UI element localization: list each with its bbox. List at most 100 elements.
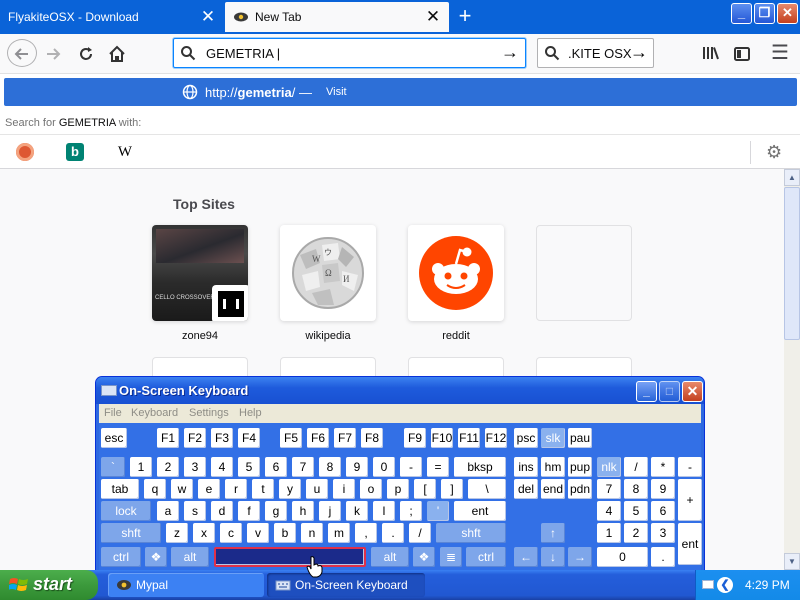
key-pdn[interactable]: pdn [568, 479, 592, 499]
key-F10[interactable]: F10 [431, 428, 453, 448]
key-3[interactable]: 3 [651, 523, 675, 543]
key-esc[interactable]: esc [101, 428, 127, 448]
osk-minimize-button[interactable]: _ [636, 381, 657, 402]
key-a[interactable]: a [157, 501, 179, 521]
key-y[interactable]: y [279, 479, 301, 499]
key-symbol[interactable]: * [651, 457, 675, 477]
key-symbol[interactable]: = [427, 457, 449, 477]
vertical-scrollbar[interactable]: ▲ ▼ [784, 169, 800, 570]
url-input[interactable]: GEMETRIA | [206, 46, 280, 61]
key-bksp[interactable]: bksp [454, 457, 506, 477]
key-f[interactable]: f [238, 501, 260, 521]
key-symbol[interactable]: [ [414, 479, 436, 499]
osk-menu-keyboard[interactable]: Keyboard [131, 407, 178, 419]
hamburger-menu-icon[interactable]: ☰ [766, 39, 794, 67]
key-alt[interactable]: alt [371, 547, 409, 567]
key-F3[interactable]: F3 [211, 428, 233, 448]
key-del[interactable]: del [514, 479, 538, 499]
key-r[interactable]: r [225, 479, 247, 499]
key-symbol[interactable]: ↓ [541, 547, 565, 567]
search-input[interactable]: .KITE OSX [568, 46, 632, 61]
key-o[interactable]: o [360, 479, 382, 499]
top-site-reddit[interactable] [408, 225, 504, 321]
home-button[interactable] [103, 39, 131, 67]
osk-menu-help[interactable]: Help [239, 407, 262, 419]
key-t[interactable]: t [252, 479, 274, 499]
sidebar-button[interactable] [728, 39, 756, 67]
search-go-arrow-icon[interactable]: → [630, 42, 648, 63]
key-4[interactable]: 4 [597, 501, 621, 521]
key-symbol[interactable]: - [678, 457, 702, 477]
key-b[interactable]: b [274, 523, 296, 543]
key-s[interactable]: s [184, 501, 206, 521]
key-symbol[interactable]: / [409, 523, 431, 543]
key-F11[interactable]: F11 [458, 428, 480, 448]
key-5[interactable]: 5 [238, 457, 260, 477]
osk-maximize-button[interactable]: □ [659, 381, 680, 402]
key-symbol[interactable]: ≣ [440, 547, 462, 567]
key-ins[interactable]: ins [514, 457, 538, 477]
key-e[interactable]: e [198, 479, 220, 499]
top-site-wikipedia[interactable]: W Ω И ウ [280, 225, 376, 321]
key-alt[interactable]: alt [171, 547, 209, 567]
key-symbol[interactable]: , [355, 523, 377, 543]
key-z[interactable]: z [166, 523, 188, 543]
key-slk[interactable]: slk [541, 428, 565, 448]
key-2[interactable]: 2 [624, 523, 648, 543]
key-symbol[interactable]: + [678, 479, 702, 521]
key-1[interactable]: 1 [130, 457, 152, 477]
key-q[interactable]: q [144, 479, 166, 499]
url-bar[interactable]: GEMETRIA | → [173, 38, 526, 68]
key-symbol[interactable]: → [568, 547, 592, 567]
key-symbol[interactable]: ↑ [541, 523, 565, 543]
forward-button[interactable] [39, 39, 67, 67]
go-arrow-icon[interactable]: → [501, 42, 519, 63]
key-pup[interactable]: pup [568, 457, 592, 477]
key-l[interactable]: l [373, 501, 395, 521]
key-p[interactable]: p [387, 479, 409, 499]
key-F2[interactable]: F2 [184, 428, 206, 448]
key-psc[interactable]: psc [514, 428, 538, 448]
key-8[interactable]: 8 [624, 479, 648, 499]
key-shft[interactable]: shft [436, 523, 506, 543]
key-F7[interactable]: F7 [334, 428, 356, 448]
key-space[interactable] [214, 547, 366, 567]
key-u[interactable]: u [306, 479, 328, 499]
tray-expand-arrow-icon[interactable]: ❮ [717, 577, 733, 593]
key-F4[interactable]: F4 [238, 428, 260, 448]
tab-flyakiteosx[interactable]: FlyakiteOSX - Download ✕ [0, 2, 224, 32]
reload-button[interactable] [72, 39, 100, 67]
key-0[interactable]: 0 [597, 547, 648, 567]
bing-icon[interactable]: b [66, 143, 84, 161]
key-symbol[interactable]: ❖ [145, 547, 167, 567]
key-tab[interactable]: tab [101, 479, 139, 499]
key-4[interactable]: 4 [211, 457, 233, 477]
key-symbol[interactable]: ' [427, 501, 449, 521]
key-j[interactable]: j [319, 501, 341, 521]
wikipedia-icon[interactable]: W [116, 143, 134, 161]
key-ctrl[interactable]: ctrl [101, 547, 141, 567]
osk-menu-settings[interactable]: Settings [189, 407, 229, 419]
key-symbol[interactable]: ← [514, 547, 538, 567]
key-symbol[interactable]: ❖ [413, 547, 435, 567]
key-n[interactable]: n [301, 523, 323, 543]
top-site-zone94[interactable]: CELLO CROSSOVER MU METAL [152, 225, 248, 321]
key-0[interactable]: 0 [373, 457, 395, 477]
key-x[interactable]: x [193, 523, 215, 543]
key-9[interactable]: 9 [651, 479, 675, 499]
key-3[interactable]: 3 [184, 457, 206, 477]
close-button[interactable]: ✕ [777, 3, 798, 24]
key-9[interactable]: 9 [346, 457, 368, 477]
url-suggestion-row[interactable]: http://gemetria/ — Visit [4, 78, 797, 106]
key-pau[interactable]: pau [568, 428, 592, 448]
key-F8[interactable]: F8 [361, 428, 383, 448]
key-w[interactable]: w [171, 479, 193, 499]
key-symbol[interactable]: \ [468, 479, 506, 499]
key-8[interactable]: 8 [319, 457, 341, 477]
key-7[interactable]: 7 [597, 479, 621, 499]
key-g[interactable]: g [265, 501, 287, 521]
maximize-button[interactable]: ❐ [754, 3, 775, 24]
key-6[interactable]: 6 [265, 457, 287, 477]
key-ctrl[interactable]: ctrl [466, 547, 506, 567]
key-symbol[interactable]: . [382, 523, 404, 543]
